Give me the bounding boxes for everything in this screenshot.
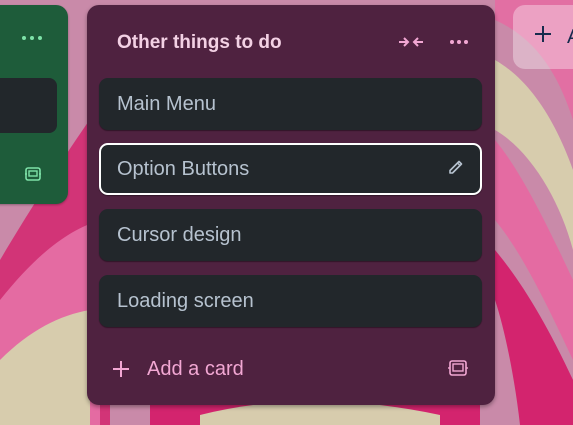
card-title: Cursor design <box>117 224 242 246</box>
plus-icon <box>113 361 129 377</box>
list-title[interactable]: Other things to do <box>117 32 282 54</box>
card-option-buttons[interactable]: Option Buttons <box>99 143 482 195</box>
card-title: Main Menu <box>117 93 216 115</box>
ellipsis-icon[interactable] <box>21 31 43 42</box>
plus-icon <box>535 26 551 42</box>
card-title: Loading screen <box>117 290 254 312</box>
card-template-icon[interactable] <box>24 165 42 183</box>
collapse-icon[interactable] <box>398 33 424 51</box>
list-other-things: Other things to do Main Menu Option Butt… <box>87 5 495 405</box>
card-cursor-design[interactable]: Cursor design <box>99 209 482 261</box>
ellipsis-icon[interactable] <box>449 33 469 51</box>
add-list-button[interactable]: A <box>513 5 573 69</box>
card-main-menu[interactable]: Main Menu <box>99 78 482 130</box>
previous-list <box>0 5 68 204</box>
list-card-stub[interactable] <box>0 78 57 133</box>
add-list-label: A <box>567 26 573 49</box>
card-loading-screen[interactable]: Loading screen <box>99 275 482 327</box>
add-card-label: Add a card <box>147 358 244 380</box>
card-title: Option Buttons <box>117 158 250 180</box>
card-template-icon[interactable] <box>447 357 469 379</box>
board-canvas: A Other things to do Main Menu Option Bu… <box>0 0 573 425</box>
pencil-icon[interactable] <box>446 158 466 178</box>
